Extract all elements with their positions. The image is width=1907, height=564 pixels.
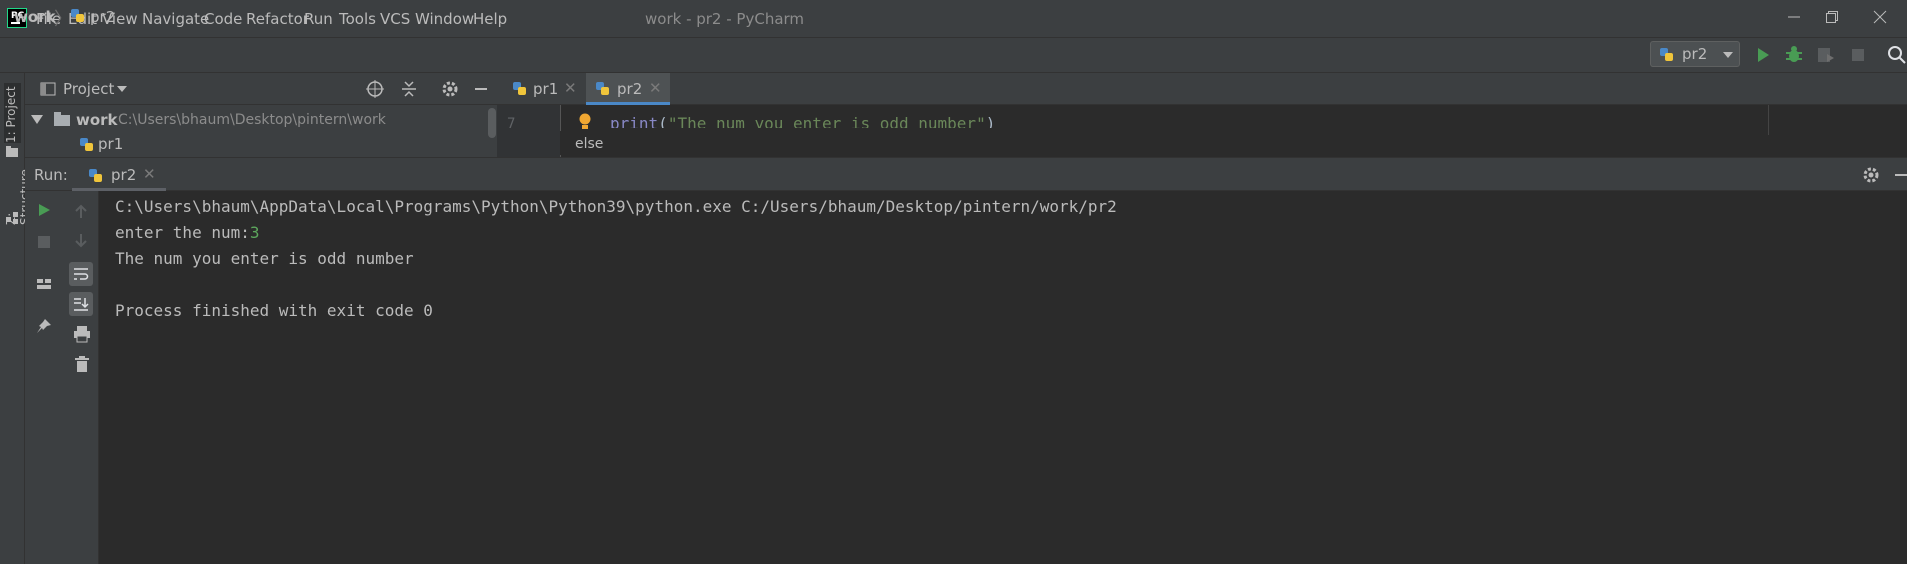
soft-wrap-button[interactable] — [69, 262, 93, 286]
menu-window[interactable]: Window — [415, 10, 474, 28]
window-title: work - pr2 - PyCharm — [645, 10, 805, 28]
lightbulb-icon[interactable] — [578, 113, 592, 131]
project-scrollbar[interactable] — [488, 108, 496, 138]
coverage-button[interactable] — [1815, 44, 1837, 66]
menu-vcs[interactable]: VCS — [380, 10, 410, 28]
menu-code[interactable]: Code — [204, 10, 242, 28]
left-tool-strip: 1: Project Z: Structure — [0, 73, 32, 564]
print-icon[interactable] — [73, 325, 91, 343]
chevron-down-icon — [1723, 52, 1733, 58]
navigation-bar — [0, 37, 1907, 73]
run-panel-label: Run: — [34, 166, 68, 184]
console-command-line: C:\Users\bhaum\AppData\Local\Programs\Py… — [115, 197, 1117, 216]
run-button[interactable] — [1752, 44, 1774, 66]
gear-icon[interactable] — [441, 80, 459, 98]
tab-label: pr2 — [617, 80, 643, 98]
console-prompt: enter the num: — [115, 223, 250, 242]
hide-panel-icon[interactable] — [1892, 166, 1907, 184]
python-file-icon — [513, 82, 526, 95]
close-tab-icon[interactable]: ✕ — [564, 79, 577, 97]
scroll-to-end-icon — [74, 298, 89, 311]
run-tab-pr2[interactable]: pr2 — [111, 166, 136, 184]
play-icon — [1758, 48, 1769, 62]
python-file-icon — [89, 169, 102, 182]
locate-icon[interactable] — [366, 80, 384, 98]
hide-panel-icon[interactable] — [472, 80, 490, 98]
completion-item[interactable]: else — [575, 136, 603, 152]
stop-button[interactable] — [1847, 44, 1869, 66]
structure-icon — [6, 212, 18, 224]
breadcrumb-file[interactable]: pr2 — [90, 8, 115, 26]
line-number: 7 — [507, 116, 516, 132]
bug-icon — [1786, 46, 1802, 62]
menu-run[interactable]: Run — [304, 10, 333, 28]
run-console[interactable] — [100, 191, 1907, 564]
coverage-icon — [1818, 48, 1834, 62]
project-tool-tab[interactable]: 1: Project — [4, 83, 21, 143]
run-config-label: pr2 — [1682, 45, 1708, 63]
code-line[interactable]: print("The num you enter is odd number") — [610, 114, 995, 128]
tree-root-name[interactable]: work — [76, 111, 118, 129]
menu-help[interactable]: Help — [473, 10, 507, 28]
soft-wrap-icon — [74, 268, 89, 280]
code-keyword: print — [610, 114, 659, 128]
minimize-icon — [1788, 16, 1800, 18]
project-view-icon — [40, 82, 56, 96]
project-panel-title[interactable]: Project — [63, 80, 114, 98]
close-tab-icon[interactable]: ✕ — [649, 79, 662, 97]
breadcrumb-project[interactable]: work — [14, 8, 56, 26]
run-toolbar-primary — [25, 191, 63, 564]
gear-icon[interactable] — [1862, 166, 1880, 184]
restore-button[interactable] — [1810, 4, 1854, 34]
tab-pr2[interactable]: pr2 ✕ — [586, 73, 670, 105]
python-file-icon — [80, 138, 93, 151]
pin-icon[interactable] — [36, 318, 52, 334]
stop-icon[interactable] — [36, 234, 52, 250]
close-window-button[interactable] — [1858, 4, 1902, 34]
tab-pr1[interactable]: pr1 ✕ — [506, 73, 583, 105]
menu-navigate[interactable]: Navigate — [142, 10, 209, 28]
close-icon — [1873, 10, 1887, 24]
python-file-icon — [1660, 48, 1673, 61]
folder-icon — [54, 112, 70, 126]
arrow-down-icon[interactable] — [73, 232, 89, 248]
layout-icon[interactable] — [36, 276, 52, 292]
menu-tools[interactable]: Tools — [339, 10, 376, 28]
console-user-input: 3 — [249, 223, 260, 242]
run-config-selector[interactable]: pr2 — [1650, 41, 1740, 67]
tree-file-item[interactable]: pr1 — [98, 135, 123, 153]
tree-root-path: C:\Users\bhaum\Desktop\pintern\work — [118, 112, 386, 128]
code-string: "The num you enter is odd number" — [667, 114, 986, 128]
run-panel-header — [25, 157, 1907, 191]
run-toolbar-secondary — [63, 191, 99, 564]
rerun-icon[interactable] — [36, 202, 52, 218]
completion-popup[interactable] — [560, 131, 1905, 155]
console-prompt-line: enter the num:3 — [115, 223, 260, 242]
console-output-line: The num you enter is odd number — [115, 249, 414, 268]
debug-button[interactable] — [1783, 44, 1805, 66]
tab-label: pr1 — [533, 80, 559, 98]
close-tab-icon[interactable]: ✕ — [143, 165, 156, 183]
collapse-all-icon[interactable] — [400, 80, 418, 98]
search-icon — [1888, 46, 1906, 64]
restore-icon — [1826, 11, 1838, 23]
editor-tab-bar — [497, 73, 1907, 105]
python-file-icon — [70, 8, 86, 28]
python-file-icon — [596, 82, 609, 95]
chevron-down-icon[interactable] — [117, 86, 127, 92]
search-everywhere-button[interactable] — [1886, 44, 1907, 66]
scroll-to-end-button[interactable] — [69, 292, 93, 316]
stop-icon — [1852, 49, 1864, 61]
menu-refactor[interactable]: Refactor — [246, 10, 309, 28]
arrow-up-icon[interactable] — [73, 204, 89, 220]
right-margin-guide — [1768, 105, 1769, 135]
console-exit-message: Process finished with exit code 0 — [115, 301, 433, 320]
expand-arrow-icon[interactable] — [31, 115, 43, 125]
trash-icon[interactable] — [73, 355, 91, 373]
